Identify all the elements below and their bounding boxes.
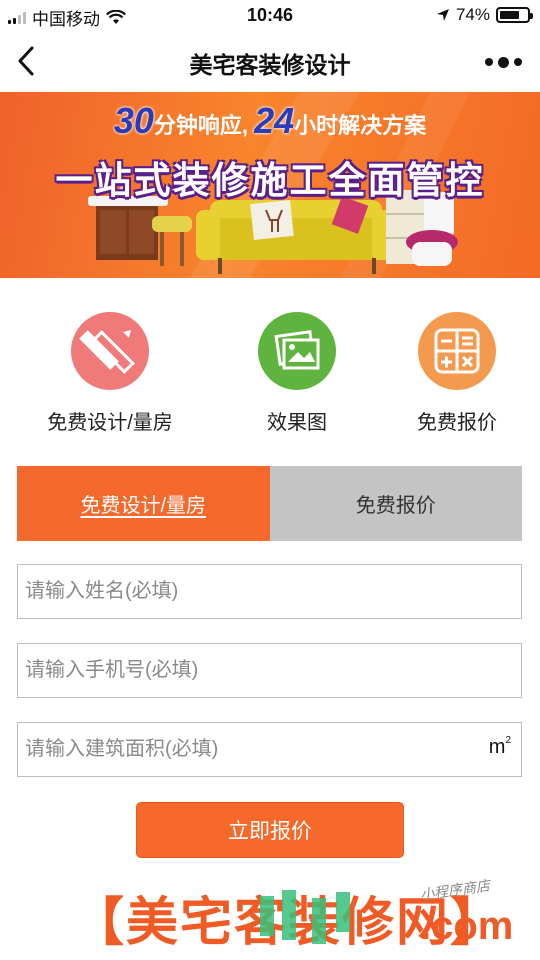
area-unit: m2 xyxy=(488,735,511,758)
brand-domain: .com xyxy=(420,904,514,948)
status-right: 74% xyxy=(436,5,533,25)
phone-field-box xyxy=(17,643,522,698)
name-input[interactable] xyxy=(18,565,521,618)
status-bar: 中国移动 10:46 74% xyxy=(0,0,540,30)
name-field-box xyxy=(17,564,522,619)
form-tabs: 免费设计/量房 免费报价 xyxy=(17,466,522,541)
tab-free-quote[interactable]: 免费报价 xyxy=(269,466,522,541)
brand-green-blocks xyxy=(260,890,350,944)
feature-free-quote[interactable]: 免费报价 xyxy=(377,312,537,435)
banner-headline: 一站式装修施工全面管控 xyxy=(55,160,485,201)
area-field-box: m2 xyxy=(17,722,522,777)
battery-percent: 74% xyxy=(455,5,490,24)
feature-label: 免费报价 xyxy=(417,412,497,434)
battery-icon xyxy=(496,7,533,23)
page-title: 美宅客装修设计 xyxy=(189,52,351,78)
feature-shortcuts: 免费设计/量房 效果图 免费报价 xyxy=(0,312,540,437)
calculator-icon xyxy=(418,312,496,390)
location-arrow-icon xyxy=(436,9,449,21)
picture-icon xyxy=(258,312,336,390)
feature-label: 免费设计/量房 xyxy=(47,412,173,434)
feature-free-design[interactable]: 免费设计/量房 xyxy=(30,312,190,435)
feature-label: 效果图 xyxy=(267,412,327,434)
ruler-pencil-icon xyxy=(71,312,149,390)
area-input[interactable] xyxy=(18,723,521,776)
banner-tagline: 30分钟响应, 24小时解决方案 xyxy=(113,100,427,141)
get-quote-button[interactable]: 立即报价 xyxy=(136,802,404,858)
brand-watermark: 【美宅客装修网】 .com 小程序商店 xyxy=(0,878,540,960)
tab-free-design[interactable]: 免费设计/量房 xyxy=(17,466,270,541)
more-options-icon[interactable] xyxy=(485,56,522,68)
feature-renderings[interactable]: 效果图 xyxy=(217,312,377,435)
promo-banner[interactable]: 30分钟响应, 24小时解决方案 一站式装修施工全面管控 xyxy=(0,92,540,278)
navigation-bar: 美宅客装修设计 xyxy=(0,30,540,92)
phone-input[interactable] xyxy=(18,644,521,697)
